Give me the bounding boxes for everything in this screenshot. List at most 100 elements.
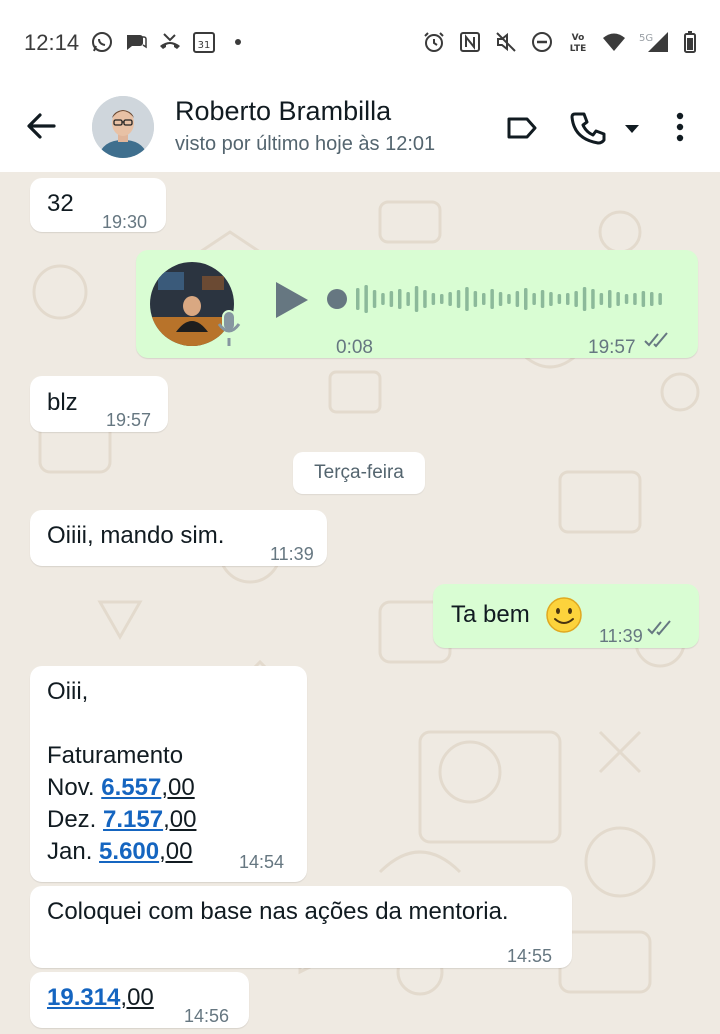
message-list[interactable]: 32 19:30 0:08 19:57 blz 19:57 Terça-feir… [0,172,720,1034]
status-bar: 12:14 31 Vo LTE 5G [0,0,720,84]
system-icons: Vo LTE 5G [422,30,698,54]
volte-icon: Vo LTE [566,30,590,54]
waveform-bar [549,292,553,306]
message-incoming[interactable]: Coloquei com base nas ações da mentoria.… [30,886,572,968]
call-dropdown-icon[interactable] [618,110,646,146]
last-seen-status: visto por último hoje às 12:01 [175,133,436,155]
waveform-bar [540,290,545,308]
waveform-bar [650,292,654,306]
waveform-bar [574,291,578,307]
waveform-bar [440,294,444,304]
chat-header: Roberto Brambilla visto por último hoje … [0,84,720,172]
audio-waveform[interactable] [324,282,674,316]
phone-link-number[interactable]: 19.314 [47,984,120,1011]
message-incoming[interactable]: Oiiii, mando sim. 11:39 [30,510,327,566]
more-options-icon[interactable] [664,110,696,146]
waveform-bar [406,292,410,306]
waveform-bar [482,293,486,305]
message-incoming[interactable]: blz 19:57 [30,376,168,432]
waveform-bar [389,291,394,307]
waveform-bar [591,289,595,309]
message-time: 14:55 [507,946,553,966]
message-time: 19:57 [106,410,152,430]
waveform-bar [599,293,604,305]
waveform-bar [498,292,503,306]
smiley-emoji-icon [546,597,582,633]
phone-link-number[interactable]: 6.557 [101,774,161,801]
revenue-line-nov: Nov. 6.557,00 [47,774,195,801]
waveform-bar [507,294,511,304]
waveform-bar [515,291,520,307]
waveform-bar [465,287,469,311]
read-ticks-icon [644,332,668,348]
message-text: blz [47,389,78,416]
message-text: Oiiii, mando sim. [47,522,225,549]
message-time: 14:54 [239,852,285,872]
waveform-bar [398,289,402,309]
svg-text:LTE: LTE [570,44,587,54]
greeting-line: Oiii, [47,678,89,705]
waveform-bar [524,288,528,310]
waveform-bar [616,292,620,306]
waveform-bar [414,286,419,312]
dot-icon [226,30,250,54]
waveform-bar [448,292,452,306]
phone-link-number[interactable]: 5.600 [99,838,159,865]
message-time: 19:57 [588,337,636,358]
signal-icon: 5G [638,30,670,54]
phone-link-number[interactable]: 7.157 [103,806,163,833]
waveform-bar [490,289,494,309]
play-button[interactable] [270,278,312,322]
waveform-bar [658,293,662,305]
wifi-icon [602,30,626,54]
waveform-bar [582,287,587,311]
revenue-line-jan: Jan. 5.600,00 [47,838,193,865]
back-arrow-icon[interactable] [24,108,60,144]
waveform-bar [641,291,646,307]
waveform-bar [431,293,436,305]
mute-icon [494,30,518,54]
network-label: 5G [639,33,653,44]
message-text: Ta bem [451,601,530,628]
message-outgoing[interactable]: Ta bem 11:39 [433,584,699,648]
contact-name[interactable]: Roberto Brambilla [175,96,391,127]
read-ticks-icon [647,620,671,636]
message-text: 32 [47,190,74,217]
waveform-bar [566,293,570,305]
message-time: 19:30 [102,212,148,232]
message-incoming[interactable]: 19.314,00 14:56 [30,972,249,1028]
clock: 12:14 [24,30,80,55]
alarm-icon [422,30,446,54]
chat-icon [124,30,148,54]
waveform-bar [557,294,562,304]
call-icon[interactable] [570,110,606,146]
whatsapp-icon [90,30,114,54]
waveform-bar [381,293,385,305]
waveform-bar [372,290,377,308]
voice-message-outgoing[interactable]: 0:08 19:57 [136,250,698,358]
waveform-bar [608,290,612,308]
contact-avatar[interactable] [92,96,154,158]
voice-duration: 0:08 [336,337,373,358]
waveform-bar [633,293,637,305]
message-time: 11:39 [599,626,643,646]
notification-icons: 31 [90,30,250,54]
waveform-bar [624,294,629,304]
waveform-bar [473,291,478,307]
calendar-icon: 31 [192,30,216,54]
microphone-icon [214,308,244,348]
calendar-day: 31 [198,40,211,51]
battery-icon [682,30,698,54]
dnd-icon [530,30,554,54]
svg-text:Vo: Vo [572,33,585,43]
nfc-icon [458,30,482,54]
date-separator: Terça-feira [293,452,425,494]
label-icon[interactable] [504,110,540,146]
waveform-bar [356,288,360,310]
message-text: Oiii, Faturamento Nov. 6.557,00 Dez. 7.1… [47,676,196,868]
message-incoming-revenue[interactable]: Oiii, Faturamento Nov. 6.557,00 Dez. 7.1… [30,666,307,882]
missed-call-icon [158,30,182,54]
message-text: 19.314,00 [47,984,154,1011]
message-incoming[interactable]: 32 19:30 [30,178,166,232]
waveform-bar [423,290,427,308]
